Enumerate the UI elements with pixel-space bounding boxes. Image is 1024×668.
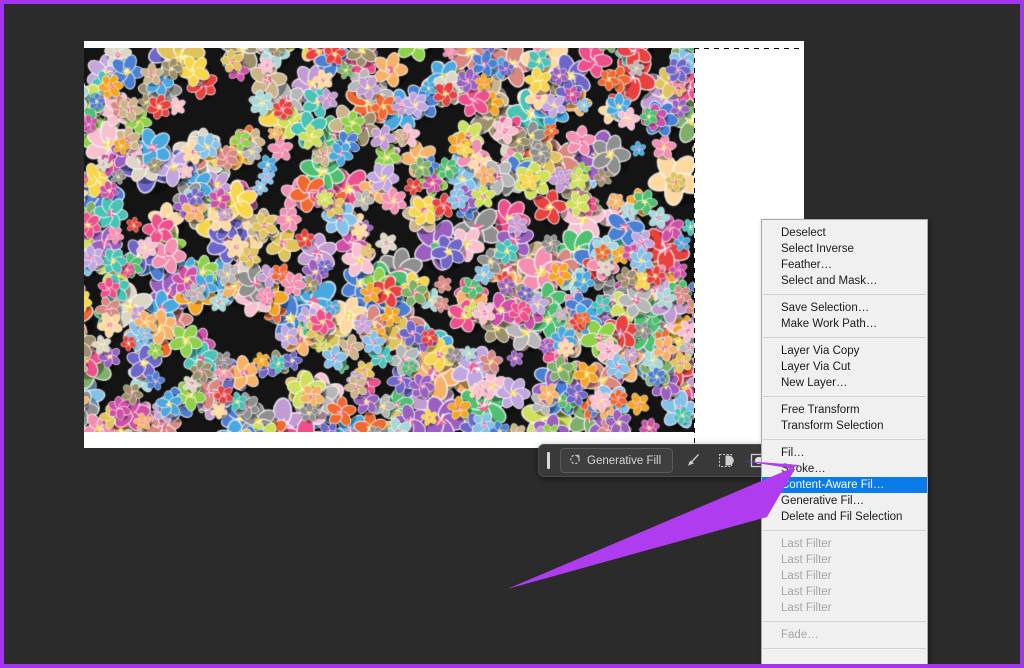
screenshot-frame: Generative Fill DeselectSelect InverseFe… [0,0,1024,668]
menu-item[interactable]: Content-Aware Fil… [762,477,927,493]
menu-item[interactable]: Transform Selection [762,418,927,434]
menu-separator [763,439,926,440]
select-subject-icon[interactable] [680,449,706,473]
menu-item[interactable]: New Layer… [762,375,927,391]
menu-separator [763,337,926,338]
menu-separator [763,648,926,649]
menu-item[interactable]: Deselect [762,225,927,241]
menu-item[interactable]: Generative Fil… [762,493,927,509]
menu-separator [763,294,926,295]
menu-item: Last Filter [762,584,927,600]
selection-context-menu[interactable]: DeselectSelect InverseFeather…Select and… [761,219,928,666]
menu-item[interactable]: Layer Via Copy [762,343,927,359]
menu-item[interactable]: Fil… [762,445,927,461]
menu-item[interactable]: Delete and Fil Selection [762,509,927,525]
menu-separator [763,396,926,397]
sparkle-icon [569,453,581,468]
drag-handle-icon[interactable] [547,452,550,469]
menu-item: Fade… [762,627,927,643]
menu-item[interactable]: Layer Via Cut [762,359,927,375]
menu-item[interactable]: Save Selection… [762,300,927,316]
menu-item[interactable]: Select Inverse [762,241,927,257]
contextual-taskbar[interactable]: Generative Fill [538,444,766,477]
document-canvas[interactable] [84,41,804,448]
menu-item: Last Filter [762,568,927,584]
select-and-mask-icon[interactable] [713,449,739,473]
menu-item[interactable]: Feather… [762,257,927,273]
generative-fill-button[interactable]: Generative Fill [560,448,673,473]
generative-fill-label: Generative Fill [587,455,661,467]
menu-separator [763,530,926,531]
menu-separator [763,621,926,622]
flower-collage-image [84,48,694,432]
menu-item[interactable]: Stroke… [762,461,927,477]
menu-item: Last Filter [762,552,927,568]
menu-footer-space [762,654,927,661]
artwork-layer[interactable] [84,48,694,432]
menu-item[interactable]: Free Transform [762,402,927,418]
menu-item: Last Filter [762,600,927,616]
menu-item[interactable]: Select and Mask… [762,273,927,289]
menu-item: Last Filter [762,536,927,552]
menu-item[interactable]: Make Work Path… [762,316,927,332]
